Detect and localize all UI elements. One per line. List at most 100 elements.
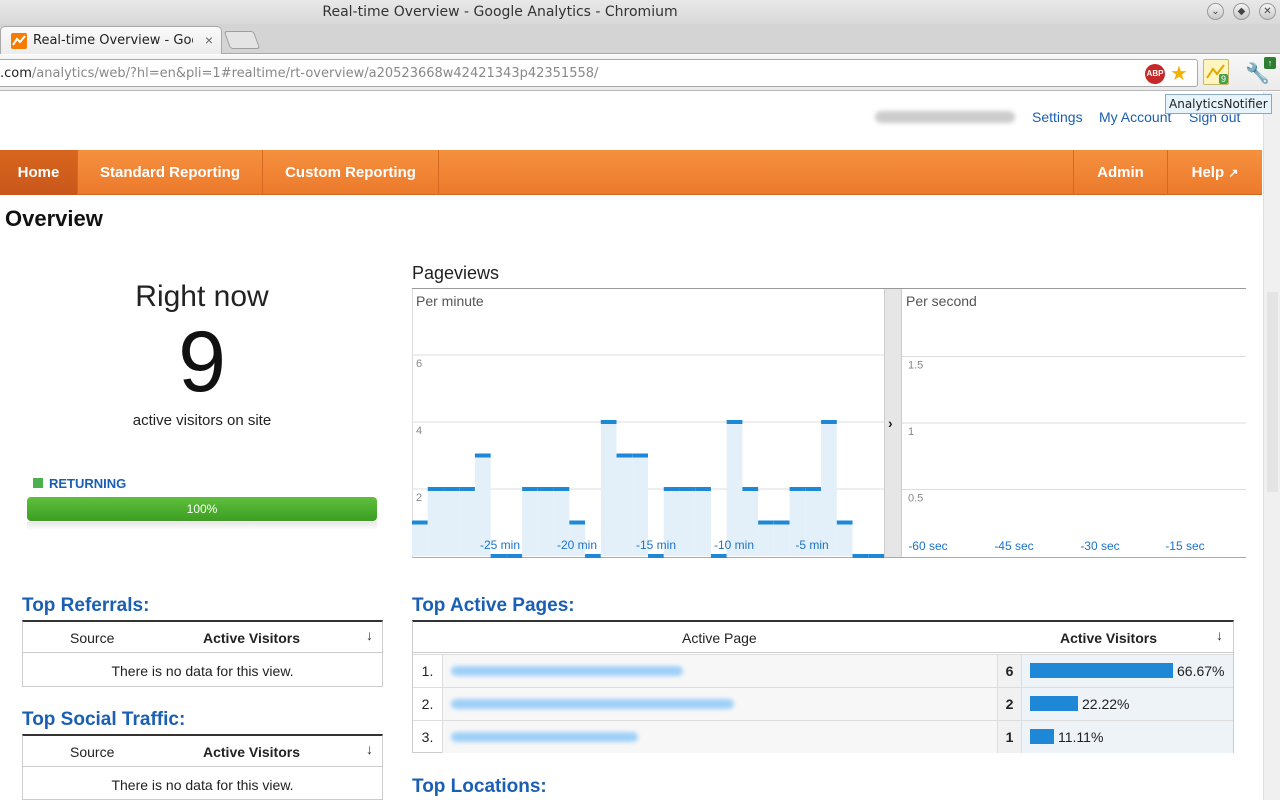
window-title: Real-time Overview - Google Analytics - … xyxy=(322,4,678,20)
bar-top xyxy=(742,487,759,491)
x-tick-label: -15 sec xyxy=(1165,539,1204,553)
right-now-label: Right now xyxy=(135,280,269,313)
address-bar[interactable]: .com/analytics/web/?hl=en&pli=1#realtime… xyxy=(0,59,1198,87)
share-percent: 66.67% xyxy=(1177,663,1225,679)
nav-standard-reporting[interactable]: Standard Reporting xyxy=(78,150,262,195)
y-tick-label: 1 xyxy=(908,426,914,438)
bar-top xyxy=(758,520,774,525)
analytics-notifier-extension-icon[interactable]: 9 xyxy=(1203,59,1229,85)
nav-admin[interactable]: Admin xyxy=(1074,150,1167,195)
visitor-share-cell: 11.11% xyxy=(1022,721,1233,753)
adblock-icon[interactable]: ABP xyxy=(1145,64,1165,84)
sort-down-icon[interactable]: ↓ xyxy=(366,627,373,643)
row-index: 3. xyxy=(413,721,443,753)
sort-down-icon[interactable]: ↓ xyxy=(1216,627,1223,643)
y-tick-label: 6 xyxy=(416,358,422,370)
bar xyxy=(695,489,711,556)
bar xyxy=(443,489,460,556)
source-column-header[interactable]: Source xyxy=(70,744,114,760)
maximize-button[interactable]: ◆ xyxy=(1233,3,1250,20)
bar-top xyxy=(789,487,806,491)
nav-custom-reporting[interactable]: Custom Reporting xyxy=(263,150,438,195)
close-window-button[interactable]: ✕ xyxy=(1259,3,1276,20)
nav-help[interactable]: Help ↗ xyxy=(1168,150,1262,195)
bar-top xyxy=(474,453,491,458)
scrollbar-thumb[interactable] xyxy=(1267,292,1278,492)
table-header: Source Active Visitors ↓ xyxy=(23,622,382,653)
blurred-page-path xyxy=(451,732,638,742)
bar-top xyxy=(821,420,837,424)
sort-down-icon[interactable]: ↓ xyxy=(366,741,373,757)
visitor-count: 2 xyxy=(998,688,1022,720)
x-tick-label: -60 sec xyxy=(908,539,947,553)
analytics-favicon-icon xyxy=(11,33,27,49)
browser-tab[interactable]: Real-time Overview - Goo × xyxy=(0,26,222,54)
bar xyxy=(679,489,696,556)
active-visitors-column-header[interactable]: Active Visitors xyxy=(1060,630,1157,646)
active-page-cell[interactable] xyxy=(443,688,998,720)
page-title: Overview xyxy=(5,206,103,231)
bar-top xyxy=(710,554,727,558)
new-tab-button[interactable] xyxy=(223,31,261,49)
tab-strip: Real-time Overview - Goo × xyxy=(0,24,1280,54)
share-percent: 11.11% xyxy=(1058,729,1104,745)
page-scrollbar[interactable] xyxy=(1263,92,1280,800)
bar-top xyxy=(553,487,570,491)
bar-top xyxy=(852,554,869,558)
bar-top xyxy=(537,487,554,491)
table-row[interactable]: 1. 6 66.67% xyxy=(413,654,1233,687)
visitor-share-cell: 66.67% xyxy=(1022,655,1233,687)
bar xyxy=(616,455,633,556)
x-tick-label: -20 min xyxy=(557,538,597,552)
active-page-cell[interactable] xyxy=(443,655,998,687)
bar-top xyxy=(679,487,696,491)
active-page-cell[interactable] xyxy=(443,721,998,753)
legend-swatch xyxy=(33,478,43,488)
per-minute-chart: 6 4 2 -25 min -20 min -15 min -10 min -5 min xyxy=(412,354,884,558)
visitor-share-cell: 22.22% xyxy=(1022,688,1233,720)
bar xyxy=(412,522,428,556)
no-data-message: There is no data for this view. xyxy=(111,777,294,793)
chevron-right-icon[interactable]: › xyxy=(888,415,893,431)
active-visitor-count: 9 xyxy=(178,314,226,410)
main-nav: Home Standard Reporting Custom Reporting… xyxy=(0,150,1262,195)
my-account-link[interactable]: My Account xyxy=(1099,109,1171,125)
bar-top xyxy=(616,453,633,458)
chart-divider[interactable]: › xyxy=(884,289,902,557)
minimize-button[interactable]: ⌄ xyxy=(1207,3,1224,20)
bar-top xyxy=(412,520,428,525)
active-visitors-column-header[interactable]: Active Visitors xyxy=(203,630,300,646)
share-bar xyxy=(1030,729,1054,744)
source-column-header[interactable]: Source xyxy=(70,630,114,646)
bar-top xyxy=(459,487,475,491)
share-bar xyxy=(1030,663,1173,678)
top-social-table: Source Active Visitors ↓ There is no dat… xyxy=(22,734,383,800)
browser-toolbar: .com/analytics/web/?hl=en&pli=1#realtime… xyxy=(0,55,1280,91)
returning-legend: RETURNING xyxy=(33,476,126,491)
bookmark-star-icon[interactable]: ★ xyxy=(1170,61,1188,86)
bar xyxy=(522,489,538,556)
bar xyxy=(459,489,475,556)
y-tick-label: 4 xyxy=(416,425,422,437)
settings-link[interactable]: Settings xyxy=(1032,109,1083,125)
active-page-column-header[interactable]: Active Page xyxy=(682,630,757,646)
returning-bar: 100% xyxy=(27,497,377,521)
bar-top xyxy=(632,453,648,458)
bar-top xyxy=(868,554,884,558)
bar-top xyxy=(506,554,523,558)
table-header: Source Active Visitors ↓ xyxy=(23,736,382,767)
table-row[interactable]: 3. 1 11.11% xyxy=(413,720,1233,753)
y-tick-label: 0.5 xyxy=(908,493,923,505)
tab-close-icon[interactable]: × xyxy=(205,32,213,48)
bar xyxy=(773,522,790,556)
active-visitors-column-header[interactable]: Active Visitors xyxy=(203,744,300,760)
bar-top xyxy=(585,554,601,558)
top-social-title: Top Social Traffic: xyxy=(22,709,186,730)
top-active-pages-title: Top Active Pages: xyxy=(412,595,575,616)
table-row[interactable]: 2. 2 22.22% xyxy=(413,687,1233,720)
bar-top xyxy=(805,487,822,491)
external-link-icon: ↗ xyxy=(1228,166,1239,180)
bar-top xyxy=(648,554,664,558)
visitor-count: 6 xyxy=(998,655,1022,687)
nav-home[interactable]: Home xyxy=(0,150,77,195)
